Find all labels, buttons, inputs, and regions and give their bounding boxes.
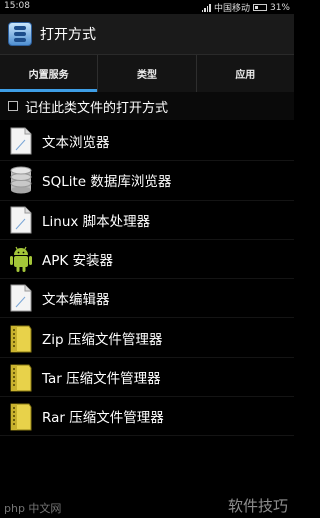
list-item-label: Zip 压缩文件管理器	[42, 331, 163, 348]
list-item-rar-manager[interactable]: Rar 压缩文件管理器	[0, 397, 294, 437]
remember-label: 记住此类文件的打开方式	[25, 100, 169, 116]
document-icon	[6, 204, 36, 236]
list-item-linux-script[interactable]: Linux 脚本处理器	[0, 201, 294, 240]
list-item-label: 文本编辑器	[42, 292, 110, 309]
list-item-label: Rar 压缩文件管理器	[42, 410, 164, 427]
zip-folder-icon	[6, 322, 36, 354]
zip-folder-icon	[6, 361, 36, 393]
watermark: 软件技巧	[227, 497, 288, 515]
list-item-text-editor[interactable]: 文本编辑器	[0, 279, 294, 319]
list-item-label: APK 安装器	[42, 253, 114, 270]
status-carrier: 中国移动	[213, 4, 250, 14]
battery-icon	[252, 4, 267, 11]
tab-apps[interactable]: 应用	[197, 55, 294, 92]
list-item-label: SQLite 数据库浏览器	[42, 174, 172, 191]
list-item-label: Linux 脚本处理器	[42, 213, 151, 230]
list-item-tar-manager[interactable]: Tar 压缩文件管理器	[0, 358, 294, 398]
tab-builtin-services[interactable]: 内置服务	[0, 55, 99, 92]
list-item-apk-installer[interactable]: APK 安装器	[0, 240, 294, 280]
list-item-label: Tar 压缩文件管理器	[42, 370, 161, 387]
signal-icon	[201, 3, 211, 12]
status-right: 中国移动 31%	[201, 1, 290, 14]
status-bar: 15:08 中国移动 31%	[0, 0, 294, 14]
app-list: 文本浏览器 SQLite 数据库浏览器 Linux 脚本处理器 APK 安装器 …	[0, 122, 294, 437]
tab-bar: 内置服务 类型 应用	[0, 54, 294, 92]
document-icon	[6, 125, 36, 157]
title-bar: 打开方式	[0, 14, 294, 54]
remember-checkbox[interactable]	[8, 101, 18, 111]
list-item-zip-manager[interactable]: Zip 压缩文件管理器	[0, 318, 294, 358]
list-item-sqlite-browser[interactable]: SQLite 数据库浏览器	[0, 161, 294, 201]
list-item-text-viewer[interactable]: 文本浏览器	[0, 122, 294, 162]
remember-option-row[interactable]: 记住此类文件的打开方式	[0, 92, 294, 120]
document-icon	[6, 282, 36, 314]
android-icon	[6, 243, 36, 275]
list-item-label: 文本浏览器	[42, 135, 110, 152]
zip-folder-icon	[6, 400, 36, 432]
page-title: 打开方式	[40, 27, 96, 43]
database-icon	[6, 164, 36, 196]
status-time: 15:08	[4, 1, 30, 11]
status-battery: 31%	[269, 2, 290, 13]
app-icon	[8, 22, 32, 46]
watermark-sub: php 中文网	[4, 502, 62, 515]
tab-type[interactable]: 类型	[98, 55, 197, 92]
